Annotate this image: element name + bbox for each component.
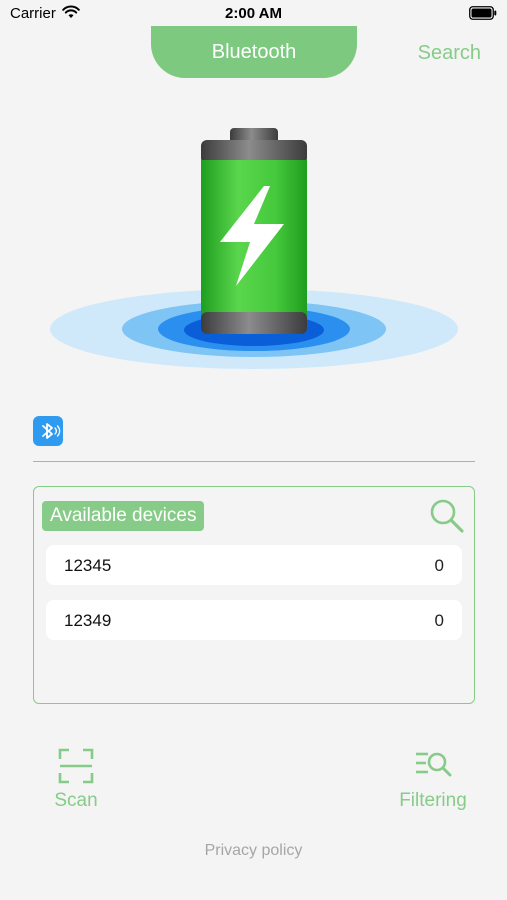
screen: Carrier 2:00 AM Bluetooth Search Availab… (0, 0, 507, 900)
device-name: 12349 (64, 611, 112, 630)
scan-icon (58, 748, 94, 784)
list-item[interactable]: 12349 0 (46, 600, 462, 640)
divider (33, 461, 475, 462)
privacy-policy-link[interactable]: Privacy policy (0, 842, 507, 860)
list-item[interactable]: 12345 0 (46, 545, 462, 585)
status-bar: Carrier 2:00 AM (0, 0, 507, 26)
panel-title: Available devices (42, 501, 205, 531)
battery-charging-icon (50, 128, 458, 369)
device-value: 0 (434, 556, 444, 575)
scan-button[interactable]: Scan (44, 748, 108, 812)
filter-label: Filtering (399, 790, 467, 811)
bluetooth-glyph-icon (42, 423, 61, 439)
filtering-button[interactable]: Filtering (390, 748, 476, 812)
filter-search-icon (416, 752, 452, 777)
scan-label: Scan (54, 790, 98, 811)
battery-status-icon (469, 6, 497, 20)
search-icon[interactable] (428, 497, 466, 535)
device-value: 0 (434, 611, 444, 630)
device-name: 12345 (64, 556, 112, 575)
tab-bluetooth[interactable]: Bluetooth (151, 26, 357, 78)
devices-panel: Available devices 12345 0 12349 0 (33, 486, 475, 704)
search-link[interactable]: Search (418, 42, 481, 65)
clock: 2:00 AM (225, 5, 282, 22)
bluetooth-icon[interactable] (33, 416, 63, 446)
